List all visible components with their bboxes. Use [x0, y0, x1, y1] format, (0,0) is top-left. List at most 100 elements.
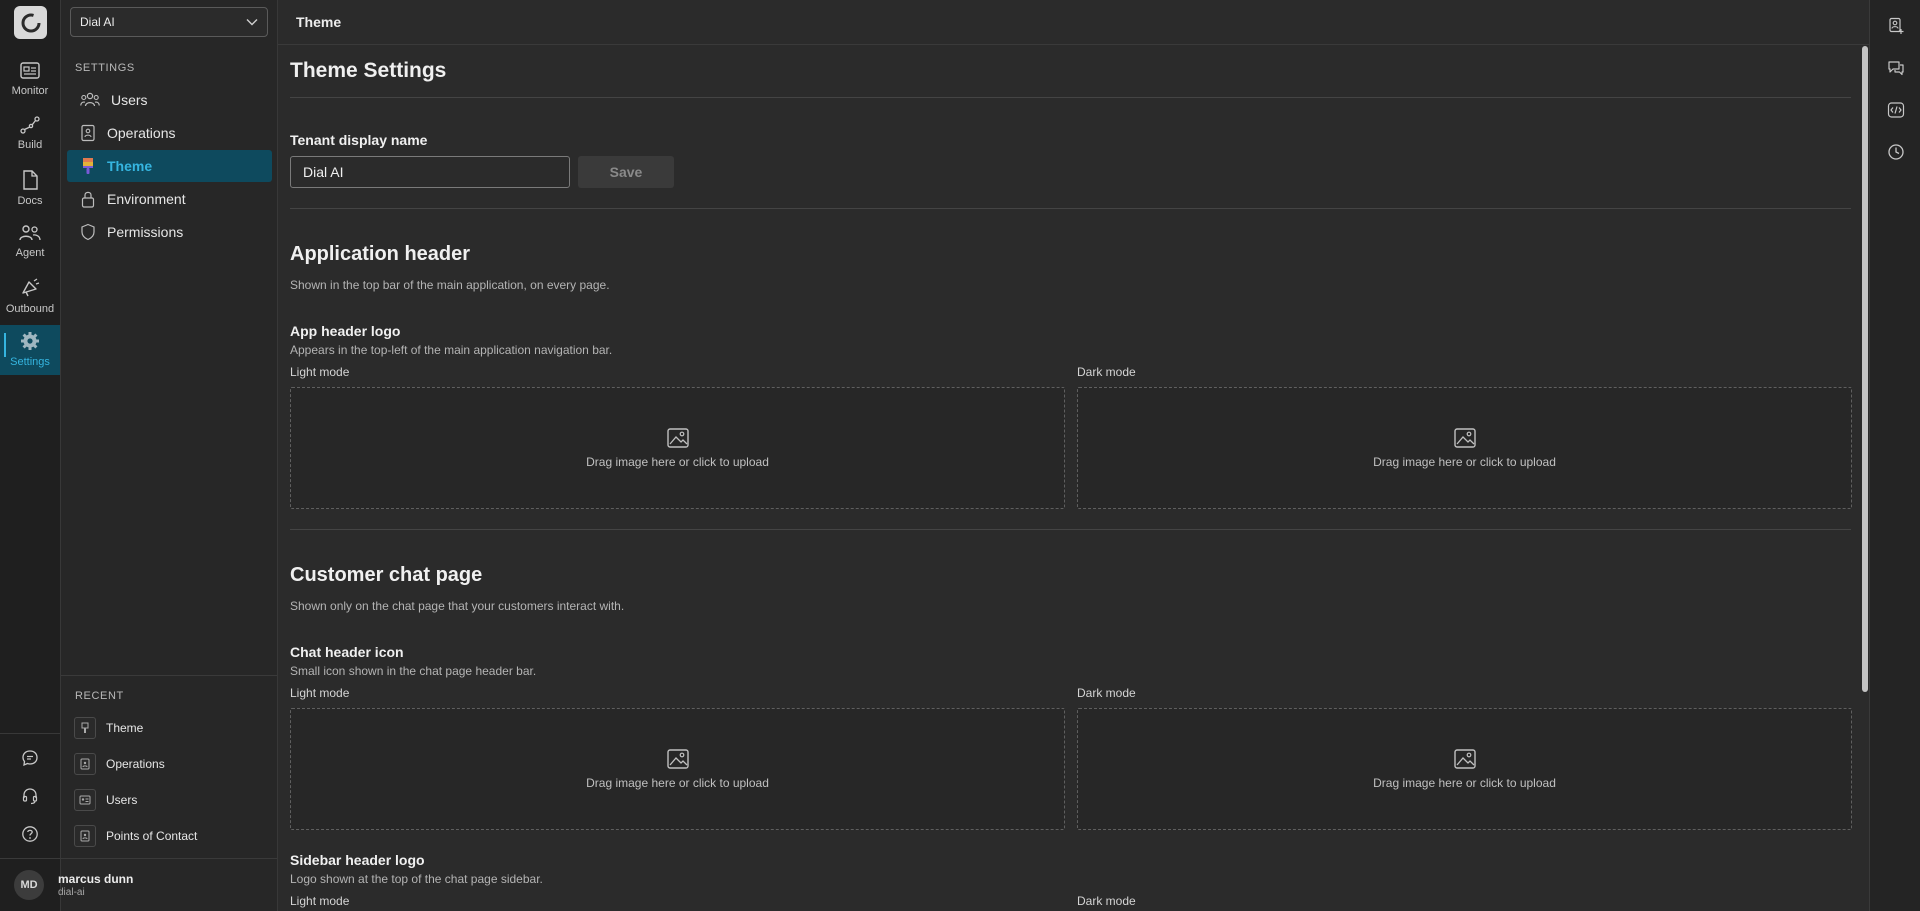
chat-icon-light-dropzone[interactable]: Drag image here or click to upload: [290, 708, 1065, 830]
sidebar-item-users[interactable]: Users: [67, 84, 272, 116]
recent-item-label: Users: [106, 793, 138, 807]
dropzone-text: Drag image here or click to upload: [1373, 775, 1556, 790]
avatar: MD: [14, 870, 44, 900]
gear-icon: [21, 332, 39, 350]
new-contact-button[interactable]: [1885, 15, 1907, 37]
settings-sidebar: Dial AI SETTINGS Users Operations Theme …: [61, 0, 278, 911]
recent-heading: RECENT: [75, 690, 124, 702]
user-name: marcus dunn: [58, 872, 134, 886]
rail-help-button[interactable]: [0, 819, 60, 849]
sidebar-item-environment[interactable]: Environment: [67, 183, 272, 215]
rail-label: Settings: [10, 356, 50, 368]
app-logo[interactable]: [14, 6, 47, 39]
right-rail: [1869, 0, 1920, 911]
chat-icon-dark-dropzone[interactable]: Drag image here or click to upload: [1077, 708, 1852, 830]
rail-label: Build: [17, 139, 43, 151]
sidebar-item-label: Theme: [107, 158, 153, 174]
chat-header-icon-title: Chat header icon: [290, 644, 404, 660]
user-profile[interactable]: MD marcus dunn dial-ai: [0, 858, 277, 911]
tenant-select[interactable]: Dial AI: [70, 7, 268, 37]
chat-bubbles-icon: [1888, 61, 1904, 76]
clipboard-icon: [74, 753, 96, 775]
image-upload-icon: [666, 427, 689, 448]
settings-heading: SETTINGS: [75, 62, 135, 74]
sidebar-item-permissions[interactable]: Permissions: [67, 216, 272, 248]
light-mode-label: Light mode: [290, 686, 350, 700]
app-header-logo-desc: Appears in the top-left of the main appl…: [290, 343, 613, 357]
clipboard-icon: [74, 825, 96, 847]
rail-settings[interactable]: Settings: [0, 325, 60, 375]
sidebar-item-theme[interactable]: Theme: [67, 150, 272, 182]
rail-build[interactable]: Build: [0, 110, 60, 160]
sidebar-item-label: Environment: [107, 191, 186, 207]
contact-add-icon: [1889, 17, 1904, 34]
app-logo-light-dropzone[interactable]: Drag image here or click to upload: [290, 387, 1065, 509]
recent-item-points-of-contact[interactable]: Points of Contact: [74, 823, 197, 849]
rail-outbound[interactable]: Outbound: [0, 272, 60, 322]
chat-bubble-icon: [22, 750, 38, 767]
app-header-section-desc: Shown in the top bar of the main applica…: [290, 278, 610, 292]
sidebar-logo-title: Sidebar header logo: [290, 852, 425, 868]
clipboard-icon: [81, 124, 95, 142]
divider: [290, 529, 1851, 530]
icon-rail: Monitor Build Docs Agent Outbound Settin…: [0, 0, 61, 911]
rail-monitor[interactable]: Monitor: [0, 56, 60, 106]
shield-icon: [81, 223, 95, 241]
chat-header-icon-desc: Small icon shown in the chat page header…: [290, 664, 537, 678]
sidebar-item-operations[interactable]: Operations: [67, 117, 272, 149]
chat-page-section-title: Customer chat page: [290, 564, 483, 586]
image-upload-icon: [666, 748, 689, 769]
recent-item-label: Operations: [106, 757, 165, 771]
sidebar-item-label: Operations: [107, 125, 176, 141]
app-header-logo-title: App header logo: [290, 323, 401, 339]
page-title: Theme Settings: [290, 59, 447, 82]
rail-divider: [0, 733, 60, 734]
rail-label: Outbound: [5, 303, 55, 315]
sidebar-item-label: Users: [111, 92, 148, 108]
conversations-button[interactable]: [1885, 57, 1907, 79]
recent-item-label: Points of Contact: [106, 829, 198, 843]
paint-brush-icon: [83, 158, 93, 174]
page-header: Theme: [278, 0, 1869, 45]
clock-icon: [1888, 144, 1904, 160]
id-card-icon: [74, 789, 96, 811]
rail-agent[interactable]: Agent: [0, 218, 60, 268]
history-button[interactable]: [1885, 141, 1907, 163]
dark-mode-label: Dark mode: [1077, 686, 1136, 700]
theme-settings-content: Theme Settings Tenant display name Save …: [278, 46, 1860, 911]
chat-page-section-desc: Shown only on the chat page that your cu…: [290, 599, 625, 613]
users-icon: [80, 92, 100, 107]
recent-item-operations[interactable]: Operations: [74, 751, 165, 777]
divider: [290, 208, 1851, 209]
tenant-name-label: Tenant display name: [290, 132, 428, 148]
dropzone-text: Drag image here or click to upload: [1373, 454, 1556, 469]
tenant-name-input[interactable]: [290, 156, 570, 188]
build-icon: [20, 116, 40, 134]
dark-mode-label: Dark mode: [1077, 894, 1136, 908]
headset-icon: [22, 788, 38, 805]
chevron-down-icon: [246, 19, 258, 26]
dropzone-text: Drag image here or click to upload: [586, 775, 769, 790]
agents-icon: [19, 225, 41, 241]
divider: [290, 97, 1851, 98]
page-header-title: Theme: [296, 14, 342, 30]
rail-support-button[interactable]: [0, 781, 60, 811]
recent-item-theme[interactable]: Theme: [74, 715, 143, 741]
sidebar-divider: [61, 675, 277, 676]
user-org: dial-ai: [58, 887, 85, 898]
rail-chat-button[interactable]: [0, 743, 60, 773]
recent-item-label: Theme: [106, 721, 144, 735]
help-icon: [22, 826, 38, 842]
tenant-select-value: Dial AI: [80, 15, 115, 29]
app-header-section-title: Application header: [290, 243, 471, 265]
save-button[interactable]: Save: [578, 156, 674, 188]
monitor-icon: [20, 62, 40, 79]
rail-label: Docs: [17, 195, 43, 207]
rail-docs[interactable]: Docs: [0, 164, 60, 214]
rail-label: Monitor: [11, 85, 49, 97]
scrollbar-thumb[interactable]: [1862, 46, 1868, 692]
recent-item-users[interactable]: Users: [74, 787, 137, 813]
code-button[interactable]: [1885, 99, 1907, 121]
app-logo-dark-dropzone[interactable]: Drag image here or click to upload: [1077, 387, 1852, 509]
dark-mode-label: Dark mode: [1077, 365, 1136, 379]
